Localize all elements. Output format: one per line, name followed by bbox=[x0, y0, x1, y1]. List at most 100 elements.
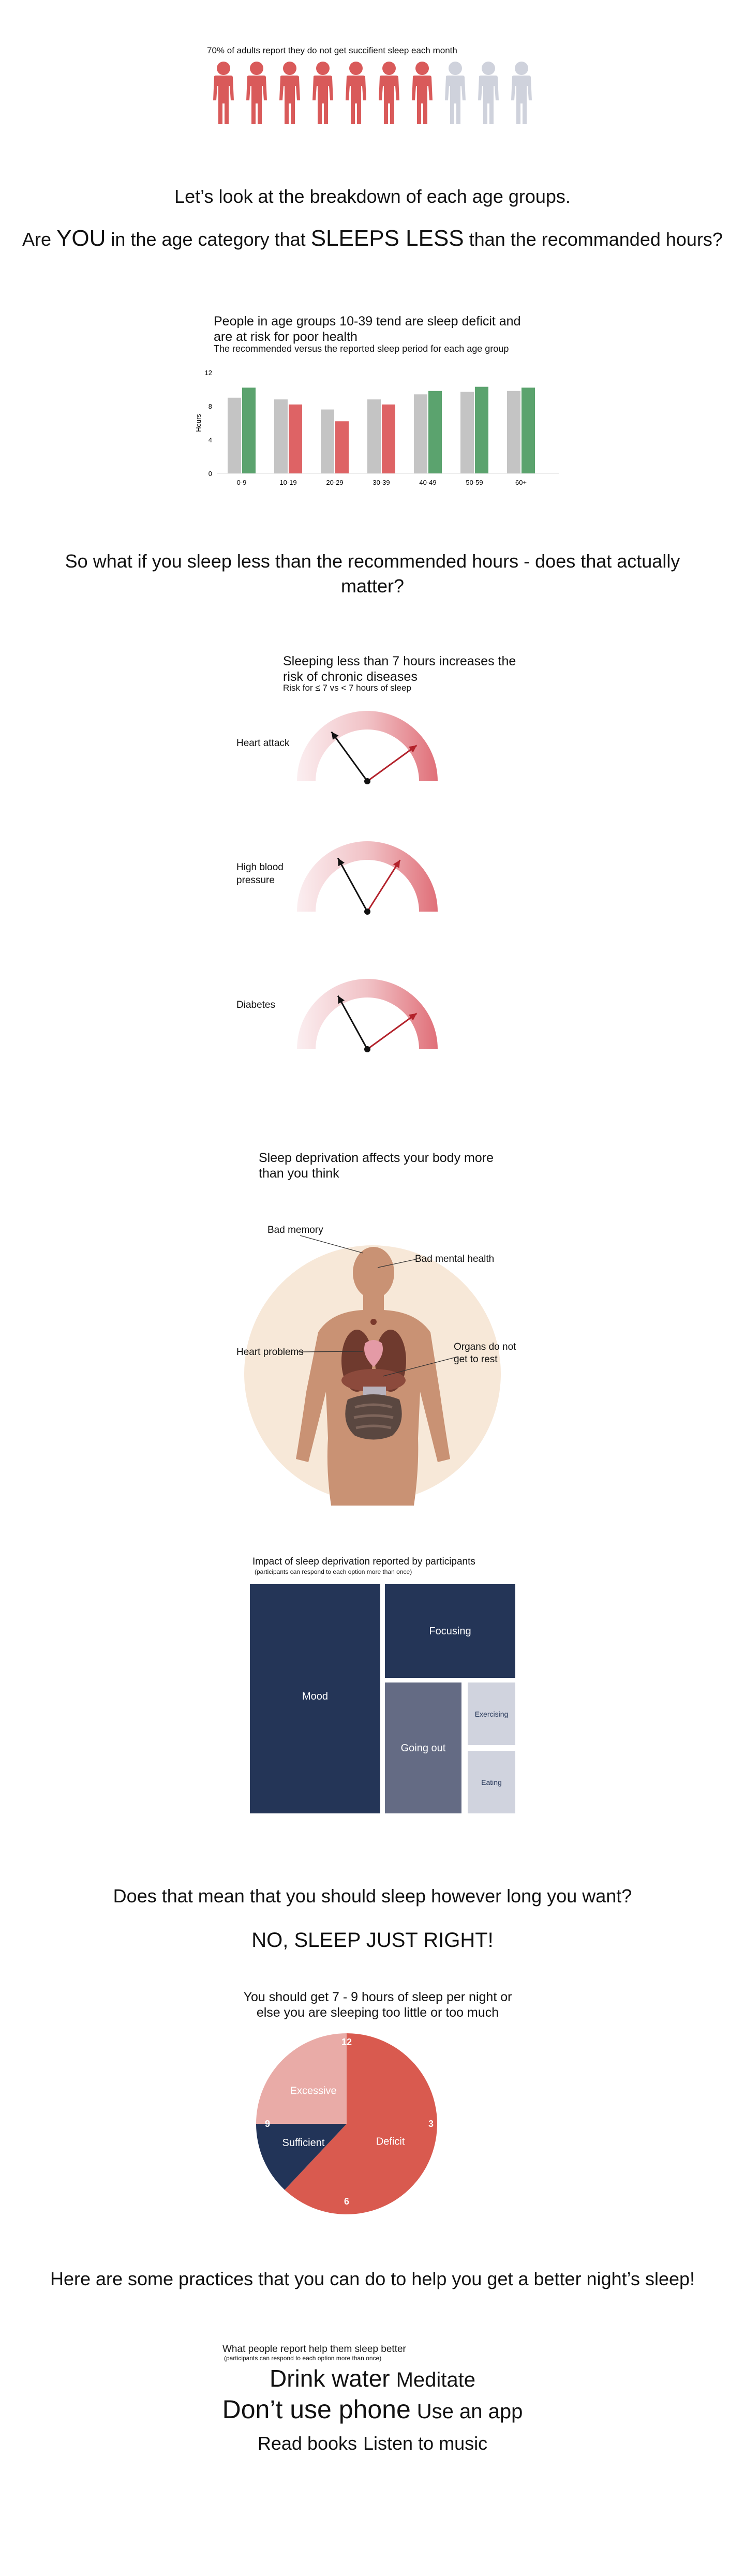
bar-recommended bbox=[507, 391, 520, 473]
intro-question: Are YOU in the age category that SLEEPS … bbox=[0, 226, 745, 252]
word-cloud-row-2: Don’t use phone Use an app bbox=[0, 2394, 745, 2424]
y-tick-label: 4 bbox=[208, 436, 212, 444]
bar-reported bbox=[522, 388, 535, 473]
person-icon bbox=[312, 62, 333, 124]
people-title: 70% of adults report they do not get suc… bbox=[207, 46, 457, 55]
just-right-answer: NO, SLEEP JUST RIGHT! bbox=[251, 1929, 494, 1952]
treemap-label-mood: Mood bbox=[302, 1691, 328, 1702]
matter-heading-line1: So what if you sleep less than the recom… bbox=[65, 550, 680, 572]
intro-question-sleeps-less: SLEEPS LESS bbox=[310, 226, 464, 251]
label-heart-problems: Heart problems bbox=[236, 1347, 304, 1358]
gauge-diabetes bbox=[297, 979, 438, 1052]
person-icon bbox=[379, 62, 399, 124]
label-bad-mental-health: Bad mental health bbox=[415, 1254, 495, 1264]
intro-question-part-c: than the recommanded hours? bbox=[464, 229, 723, 250]
just-right-question: Does that mean that you should sleep how… bbox=[113, 1885, 632, 1907]
person-icon bbox=[412, 62, 433, 124]
person-icon bbox=[246, 62, 267, 124]
treemap-title: Impact of sleep deprivation reported by … bbox=[252, 1556, 475, 1567]
practices-heading: Here are some practices that you can do … bbox=[50, 2268, 695, 2289]
intro-question-part-a: Are bbox=[22, 229, 57, 250]
gauge-pivot bbox=[364, 1046, 370, 1052]
bar-chart: Hours 0 4 8 12 0-9 10-19 20-29 30-39 40-49 50-59 60… bbox=[195, 369, 559, 486]
x-tick-label: 0-9 bbox=[237, 479, 247, 486]
word-cloud-row-1: Drink water Meditate bbox=[0, 2364, 745, 2392]
gauge-label-high-blood-pressure: High blood pressure bbox=[236, 862, 284, 886]
person-icon bbox=[445, 62, 466, 124]
treemap-label-eating: Eating bbox=[481, 1778, 502, 1786]
pie-chart: Deficit Sufficient Excessive 12 3 6 9 bbox=[256, 2033, 437, 2214]
intro-question-part-b: in the age category that bbox=[106, 229, 311, 250]
person-icon bbox=[213, 62, 234, 124]
pie-clock-label: 9 bbox=[265, 2119, 270, 2129]
word-dont-use-phone: Don’t use phone bbox=[222, 2395, 411, 2424]
bar-recommended bbox=[414, 394, 427, 473]
word-drink-water: Drink water bbox=[269, 2365, 390, 2392]
gauge-needle bbox=[337, 857, 368, 912]
person-icon bbox=[478, 62, 499, 124]
bar-recommended bbox=[228, 397, 241, 473]
y-tick-label: 0 bbox=[208, 470, 212, 478]
matter-heading-line2: matter? bbox=[340, 575, 405, 597]
bar-reported bbox=[382, 404, 395, 473]
word-cloud-note: (participants can respond to each option… bbox=[224, 2355, 382, 2362]
bar-chart-title: People in age groups 10-39 tend are slee… bbox=[214, 314, 521, 344]
bar-reported bbox=[335, 421, 349, 473]
label-organs-line1: Organs do not bbox=[454, 1342, 516, 1352]
intro-heading: Let’s look at the breakdown of each age … bbox=[174, 186, 571, 207]
treemap: Mood Focusing Going out Exercising Eatin… bbox=[250, 1584, 515, 1813]
body-title: Sleep deprivation affects your body more… bbox=[259, 1151, 494, 1181]
bar-recommended bbox=[367, 399, 381, 473]
gauge-needle bbox=[367, 744, 418, 782]
pie-slice-label: Sufficient bbox=[282, 2137, 325, 2149]
word-cloud-row-3: Read books Listen to music bbox=[0, 2433, 745, 2454]
gauge-needle bbox=[331, 731, 368, 782]
x-tick-label: 60+ bbox=[515, 479, 527, 486]
word-use-an-app: Use an app bbox=[416, 2400, 523, 2423]
gauge-pivot bbox=[364, 909, 370, 915]
y-tick-label: 12 bbox=[205, 369, 212, 377]
bar-chart-subtitle: The recommended versus the reported slee… bbox=[214, 344, 509, 354]
label-bad-memory: Bad memory bbox=[267, 1225, 323, 1235]
person-icon bbox=[346, 62, 366, 124]
pie-clock-label: 3 bbox=[428, 2119, 434, 2129]
gauge-title: Sleeping less than 7 hours increases the… bbox=[283, 654, 516, 684]
pie-title: You should get 7 - 9 hours of sleep per … bbox=[243, 1990, 512, 2020]
pie-clock-label: 6 bbox=[344, 2196, 349, 2207]
pie-slice-label: Deficit bbox=[376, 2136, 405, 2147]
intro-question-you: YOU bbox=[56, 226, 106, 251]
gauge-heart-attack bbox=[297, 711, 438, 784]
pie-slice bbox=[256, 2033, 347, 2124]
bar-recommended bbox=[274, 399, 288, 473]
treemap-label-exercising: Exercising bbox=[475, 1710, 509, 1718]
gauge-subtitle: Risk for ≤ 7 vs < 7 hours of sleep bbox=[283, 683, 411, 693]
bar-reported bbox=[428, 391, 442, 473]
bar-recommended bbox=[321, 409, 334, 473]
word-meditate: Meditate bbox=[396, 2369, 476, 2391]
gauge-pivot bbox=[364, 778, 370, 784]
word-read-books: Read books bbox=[257, 2433, 357, 2454]
label-organs-line2: get to rest bbox=[454, 1354, 498, 1365]
gauge-needle bbox=[367, 1012, 418, 1050]
bar-reported bbox=[242, 388, 256, 473]
person-icon bbox=[511, 62, 532, 124]
treemap-label-going-out: Going out bbox=[401, 1743, 446, 1754]
x-tick-label: 40-49 bbox=[419, 479, 436, 486]
pie-clock-label: 12 bbox=[341, 2037, 352, 2047]
x-tick-label: 50-59 bbox=[466, 479, 483, 486]
x-tick-label: 30-39 bbox=[373, 479, 390, 486]
gauge-needle bbox=[337, 995, 368, 1050]
bar-reported bbox=[289, 404, 302, 473]
bar-reported bbox=[475, 386, 488, 473]
x-tick-label: 10-19 bbox=[279, 479, 296, 486]
word-cloud-title: What people report help them sleep bette… bbox=[222, 2344, 406, 2355]
bar-chart-ylabel: Hours bbox=[195, 414, 202, 432]
y-tick-label: 8 bbox=[208, 403, 212, 410]
pie-slice-label: Excessive bbox=[290, 2086, 337, 2097]
treemap-label-focusing: Focusing bbox=[429, 1626, 471, 1637]
treemap-note: (participants can respond to each option… bbox=[255, 1568, 412, 1575]
bar-recommended bbox=[460, 392, 474, 473]
person-icon bbox=[279, 62, 300, 124]
x-tick-label: 20-29 bbox=[326, 479, 343, 486]
gauge-arc bbox=[297, 841, 438, 912]
